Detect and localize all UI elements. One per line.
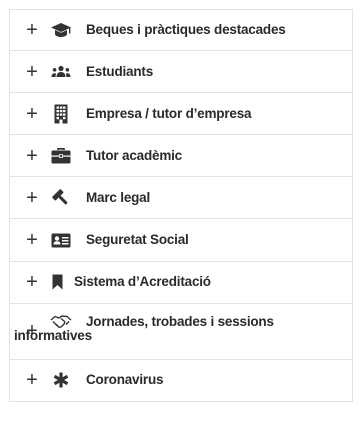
- menu-item-label: Estudiants: [86, 63, 154, 79]
- menu-item-label: Coronavirus: [86, 372, 164, 388]
- menu-item-label: Seguretat Social: [86, 232, 189, 248]
- menu-item-label: Beques i pràctiques destacades: [86, 22, 286, 38]
- handshake-icon: [50, 312, 72, 332]
- accordion-menu: + Beques i pràctiques destacades + Estud…: [9, 9, 353, 402]
- menu-item-label: Tutor acadèmic: [86, 147, 182, 163]
- menu-item-label-wrap: Jornades, trobades i sessions informativ…: [14, 312, 352, 343]
- menu-item-label: Sistema d’Acreditació: [74, 274, 211, 290]
- menu-item-label: Marc legal: [86, 189, 151, 205]
- expand-icon[interactable]: +: [26, 146, 38, 166]
- menu-item-beques[interactable]: + Beques i pràctiques destacades: [9, 9, 353, 52]
- expand-icon[interactable]: +: [26, 272, 38, 292]
- expand-icon[interactable]: +: [26, 62, 38, 82]
- menu-item-seguretat-social[interactable]: + Seguretat Social: [9, 219, 353, 262]
- graduation-cap-icon: [50, 20, 72, 40]
- building-icon: [50, 104, 72, 124]
- id-card-icon: [50, 230, 72, 250]
- expand-icon[interactable]: +: [26, 104, 38, 124]
- gavel-icon: [50, 188, 72, 208]
- menu-item-jornades[interactable]: + Jornades, trobades i sessions informat…: [9, 303, 353, 360]
- asterisk-icon: [50, 370, 72, 390]
- bookmark-icon: [50, 272, 64, 292]
- menu-item-label: Empresa / tutor d’empresa: [86, 105, 252, 121]
- menu-item-sistema-acreditacio[interactable]: + Sistema d’Acreditació: [9, 261, 353, 304]
- briefcase-icon: [50, 146, 72, 166]
- menu-item-empresa[interactable]: + Empresa / tutor d’empresa: [9, 93, 353, 136]
- menu-item-marc-legal[interactable]: + Marc legal: [9, 177, 353, 220]
- expand-icon[interactable]: +: [26, 20, 38, 40]
- expand-icon[interactable]: +: [26, 188, 38, 208]
- menu-item-tutor-academic[interactable]: + Tutor acadèmic: [9, 135, 353, 178]
- expand-icon[interactable]: +: [26, 230, 38, 250]
- menu-item-estudiants[interactable]: + Estudiants: [9, 51, 353, 94]
- menu-item-label-line1: Jornades, trobades i sessions: [86, 313, 274, 329]
- menu-item-coronavirus[interactable]: + Coronavirus: [9, 359, 353, 402]
- expand-icon[interactable]: +: [26, 370, 38, 390]
- users-icon: [50, 62, 72, 82]
